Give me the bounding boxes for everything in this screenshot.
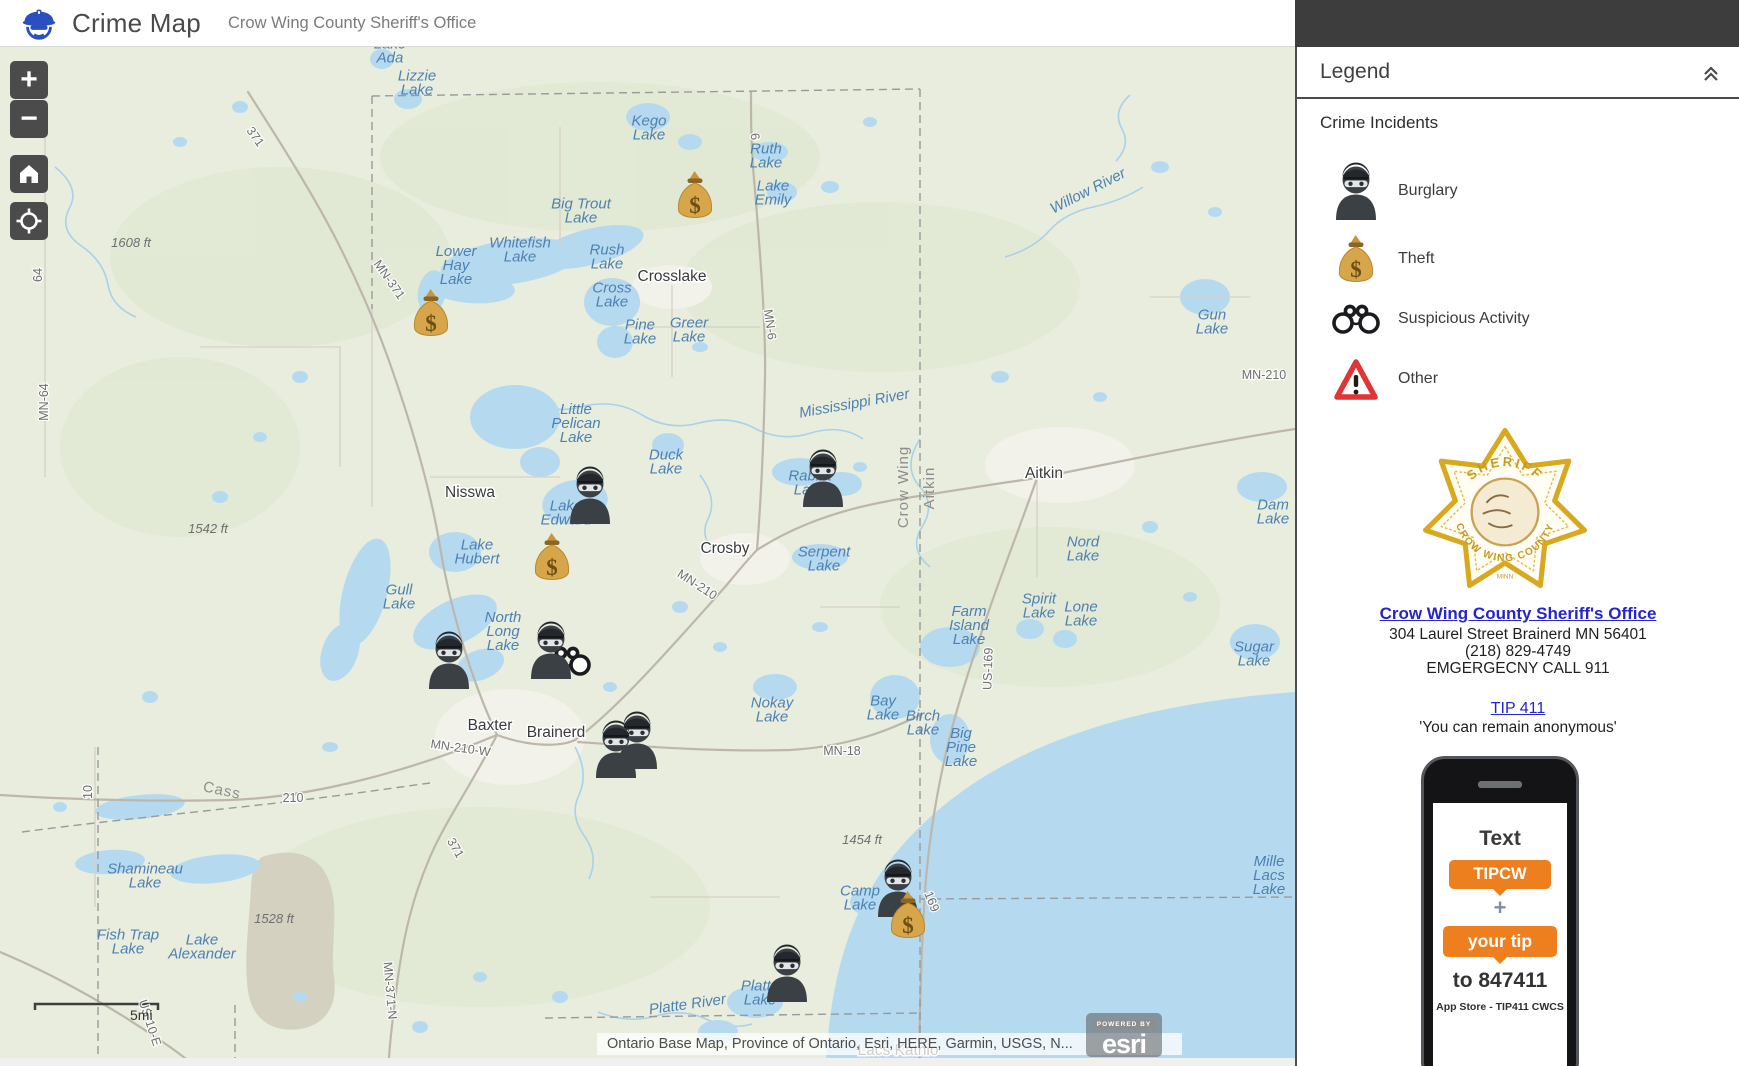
phone-screen: Text TIPCW + your tip to 847411 App Stor… xyxy=(1433,803,1567,1066)
legend-item-label: Other xyxy=(1398,370,1438,388)
legend-panel: Legend Crime Incidents Burglary Theft Su… xyxy=(1295,0,1739,1066)
app-store-caption: App Store - TIP411 CWCS xyxy=(1433,1001,1567,1013)
map-label-road: 210 xyxy=(283,791,304,805)
map-label-water: LizzieLake xyxy=(398,68,436,99)
police-officer-icon xyxy=(18,3,60,45)
map-base: LakeAdaLizzieLake KegoLake RuthLake LakeEmi… xyxy=(0,47,1295,1058)
map-label-water: DuckLake xyxy=(649,447,685,478)
map-canvas[interactable]: LakeAdaLizzieLake KegoLake RuthLake LakeEmi… xyxy=(0,47,1295,1058)
legend-item-label: Theft xyxy=(1398,250,1434,268)
office-link[interactable]: Crow Wing County Sheriff's Office xyxy=(1297,604,1739,624)
sheriff-badge: SHERIFF CROW WING COUNTY MINN xyxy=(1417,424,1593,600)
map-label-elev: 1542 ft xyxy=(188,521,229,536)
svg-text:MINN: MINN xyxy=(1497,574,1514,581)
tip411-phone-graphic: Text TIPCW + your tip to 847411 App Stor… xyxy=(1421,756,1579,1066)
locate-icon xyxy=(16,208,42,234)
legend-item-other: Other xyxy=(1330,352,1438,406)
office-address: 304 Laurel Street Brainerd MN 56401 xyxy=(1297,626,1739,644)
map-label-water: LoneLake xyxy=(1064,599,1097,630)
map-label-water: BirchLake xyxy=(906,708,940,739)
esri-logo: POWERED BY esri xyxy=(1086,1013,1162,1057)
map-label-county: Aitkin xyxy=(921,467,938,510)
map-label-water: GreerLake xyxy=(670,315,709,346)
map-label-town: Brainerd xyxy=(527,724,586,741)
map-label-road: US-169 xyxy=(980,647,995,690)
map-label-town: Crosby xyxy=(700,540,749,557)
map-label-road: MN-210 xyxy=(1242,368,1287,382)
burglar-icon xyxy=(1330,162,1382,220)
money-bag-icon xyxy=(1330,233,1382,285)
collapse-chevron-icon[interactable] xyxy=(1701,64,1721,84)
map-label-elev: 1454 ft xyxy=(842,832,883,847)
map-label-elev: 1608 ft xyxy=(111,235,152,250)
plus-label: + xyxy=(1433,899,1567,917)
map-label-water: FarmIslandLake xyxy=(949,603,990,648)
camp-ripley-area xyxy=(246,853,334,1030)
home-icon xyxy=(17,162,41,186)
tipcw-button[interactable]: TIPCW xyxy=(1449,860,1551,889)
zoom-in-button[interactable]: + xyxy=(10,61,48,99)
legend-header: Legend xyxy=(1297,47,1739,99)
map-label-water: CampLake xyxy=(840,883,880,914)
map-label-water: MilleLacsLake xyxy=(1253,853,1286,898)
app-header: Crime Map Crow Wing County Sheriff's Off… xyxy=(0,0,1295,47)
scale-label: 5mi xyxy=(130,1007,153,1023)
map-label-road: MN-64 xyxy=(37,383,51,421)
map-label-water: RushLake xyxy=(589,242,624,273)
map-label-road: MN-18 xyxy=(823,744,861,758)
map-label-county: Crow Wing xyxy=(895,446,912,528)
legend-item-label: Burglary xyxy=(1398,182,1458,200)
map-label-water: GullLake xyxy=(383,582,416,613)
map-label-water: DamLake xyxy=(1257,497,1290,528)
legend-section-title: Crime Incidents xyxy=(1320,113,1438,133)
app-subtitle: Crow Wing County Sheriff's Office xyxy=(228,14,476,33)
emergency-text: EMGERGECNY CALL 911 xyxy=(1297,660,1739,678)
panel-top-bar xyxy=(1295,0,1739,47)
map-label-water: NordLake xyxy=(1067,534,1100,565)
legend-item-theft: Theft xyxy=(1330,230,1434,288)
warning-triangle-icon xyxy=(1330,357,1382,401)
map-label-water: CrossLake xyxy=(592,280,632,311)
map-label-water: RuthLake xyxy=(750,141,783,172)
legend-item-suspicious-activity: Suspicious Activity xyxy=(1330,298,1530,340)
map-label-road: 10 xyxy=(81,785,95,799)
binoculars-icon xyxy=(1330,303,1382,335)
map-label-water: NokayLake xyxy=(751,695,795,726)
tip411-link[interactable]: TIP 411 xyxy=(1297,700,1739,718)
map-label-town: Aitkin xyxy=(1025,465,1063,482)
map-label-road: 64 xyxy=(31,268,45,282)
map-label-water: NorthLongLake xyxy=(485,609,522,654)
map-label-water: PineLake xyxy=(624,317,657,348)
map-label-town: Nisswa xyxy=(445,484,495,501)
map-label-water: BayLake xyxy=(867,693,900,724)
map-label-elev: 1528 ft xyxy=(254,911,295,926)
phone-number-label: to 847411 xyxy=(1433,969,1567,993)
map-label-water: LakeAda xyxy=(374,47,407,67)
map-label-water: LakeEmily xyxy=(755,178,793,209)
zoom-out-button[interactable]: − xyxy=(10,100,48,138)
office-phone: (218) 829-4749 xyxy=(1297,643,1739,661)
map-label-water: SpiritLake xyxy=(1022,591,1057,622)
legend-title: Legend xyxy=(1320,60,1390,84)
locate-button[interactable] xyxy=(10,202,48,240)
esri-brand: esri xyxy=(1086,1031,1162,1057)
crime-map-app: Crime Map Crow Wing County Sheriff's Off… xyxy=(0,0,1739,1066)
map-label-water: KegoLake xyxy=(631,113,666,144)
map-label-town: Baxter xyxy=(468,717,513,734)
app-title: Crime Map xyxy=(72,8,201,39)
map-label-town: Crosslake xyxy=(638,268,707,285)
home-button[interactable] xyxy=(10,155,48,193)
map-label-water: SugarLake xyxy=(1234,639,1275,670)
phone-text-label: Text xyxy=(1433,827,1567,851)
map-label-water: GunLake xyxy=(1196,307,1229,338)
legend-item-label: Suspicious Activity xyxy=(1398,310,1530,328)
anonymous-tagline: 'You can remain anonymous' xyxy=(1297,719,1739,737)
powered-by-label: POWERED BY xyxy=(1093,1020,1155,1029)
your-tip-button[interactable]: your tip xyxy=(1443,926,1557,957)
legend-item-burglary: Burglary xyxy=(1330,156,1458,226)
phone-speaker xyxy=(1478,781,1522,788)
